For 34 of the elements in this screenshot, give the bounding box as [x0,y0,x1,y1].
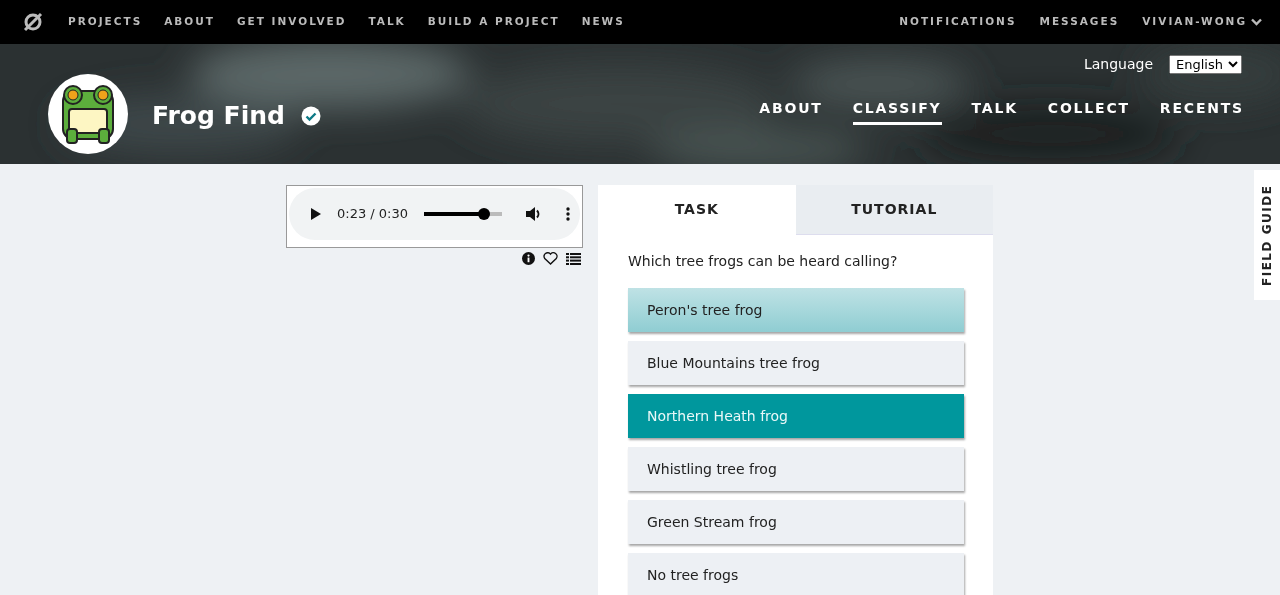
nav-link[interactable]: GET INVOLVED [236,14,347,30]
task-question: Which tree frogs can be heard calling? [628,252,899,271]
project-nav-link[interactable]: TALK [971,98,1018,125]
info-icon[interactable] [522,252,535,265]
audio-player[interactable]: 0:23 / 0:30 [286,185,583,248]
answer-option[interactable]: Green Stream frog [628,500,964,544]
caret-icon [1251,18,1262,26]
heart-icon[interactable] [543,252,558,265]
project-nav-link[interactable]: COLLECT [1047,98,1130,125]
answer-option[interactable]: Blue Mountains tree frog [628,341,964,385]
project-nav-link[interactable]: RECENTS [1159,98,1244,125]
answer-option[interactable]: Peron's tree frog [628,288,964,332]
project-title: Frog Find [152,100,285,132]
panel-tab[interactable]: TUTORIAL [795,185,993,235]
nav-link[interactable]: MESSAGES [1039,14,1120,30]
nav-link[interactable]: NEWS [581,14,625,30]
nav-link[interactable]: ABOUT [164,14,215,30]
project-nav-link[interactable]: ABOUT [759,98,823,125]
language-select[interactable]: English [1169,55,1242,74]
list-icon[interactable] [566,252,581,265]
logo-icon[interactable] [22,11,44,33]
nav-link[interactable]: BUILD A PROJECT [427,14,560,30]
more-options-icon[interactable] [566,207,571,221]
nav-link[interactable]: TALK [368,14,406,30]
nav-link[interactable]: PROJECTS [68,14,143,30]
user-menu[interactable]: VIVIAN-WONG [1142,14,1262,30]
language-label: Language [1083,55,1153,74]
answer-option[interactable]: No tree frogs [628,553,964,595]
play-icon[interactable] [311,208,321,220]
answer-option[interactable]: Whistling tree frog [628,447,964,491]
field-guide-tab[interactable]: FIELD GUIDE [1254,170,1280,300]
time-display: 0:23 / 0:30 [337,205,409,224]
nav-link[interactable]: NOTIFICATIONS [899,14,1017,30]
project-nav-link[interactable]: CLASSIFY [852,98,942,125]
